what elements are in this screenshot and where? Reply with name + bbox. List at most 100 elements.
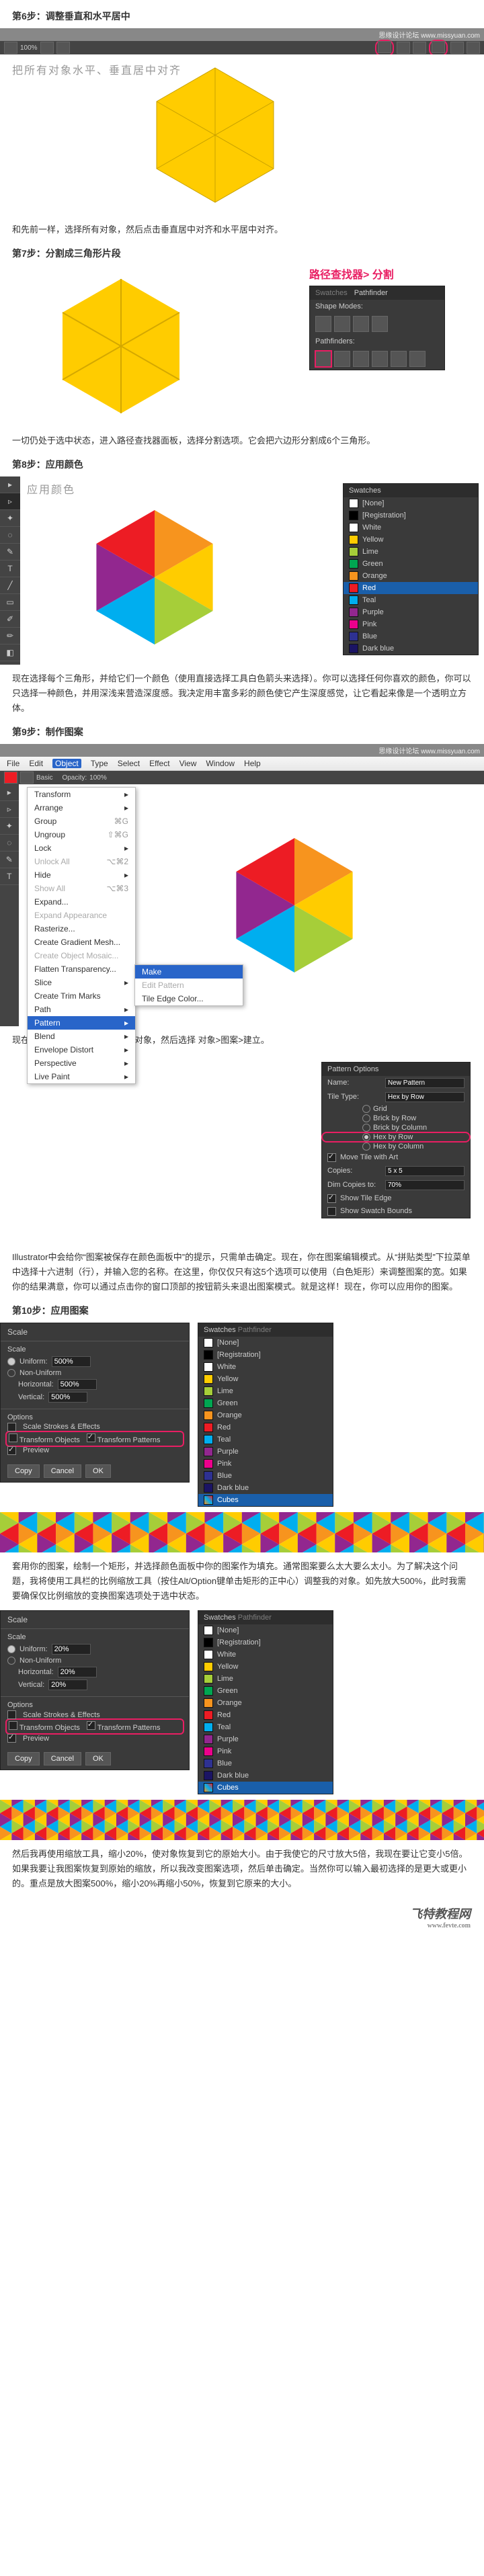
- pattern-name-input[interactable]: [385, 1078, 465, 1088]
- tile-radio[interactable]: Brick by Column: [322, 1123, 470, 1132]
- rect-tool[interactable]: ▭: [0, 594, 20, 611]
- shape-mode-btn[interactable]: [315, 316, 331, 332]
- shape-mode-btn[interactable]: [334, 316, 350, 332]
- transform-patterns-checkbox[interactable]: [87, 1721, 95, 1730]
- menu-item[interactable]: Blend▸: [28, 1030, 135, 1043]
- stroke-swatch[interactable]: [20, 772, 34, 784]
- direct-selection-tool[interactable]: ▹: [0, 493, 20, 510]
- menu-item[interactable]: Expand...: [28, 895, 135, 909]
- menu-item[interactable]: Create Object Mosaic...: [28, 949, 135, 962]
- transform-objects-checkbox[interactable]: [9, 1721, 17, 1730]
- menu-item[interactable]: Pattern▸: [28, 1016, 135, 1030]
- brush-tool[interactable]: ✐: [0, 611, 20, 628]
- swatch-row[interactable]: Dark blue: [198, 1770, 333, 1782]
- swatch-row[interactable]: Purple: [344, 606, 478, 618]
- menu-item[interactable]: Create Trim Marks: [28, 989, 135, 1003]
- swatches-tab[interactable]: Swatches: [204, 1326, 236, 1334]
- selection-tool[interactable]: ▸: [0, 476, 20, 493]
- swatch-row[interactable]: Yellow: [198, 1373, 333, 1385]
- pathfinder-btn[interactable]: [409, 351, 426, 367]
- swatch-row[interactable]: Cubes: [198, 1782, 333, 1794]
- scale-strokes-checkbox[interactable]: [7, 1423, 16, 1431]
- submenu-item[interactable]: Tile Edge Color...: [135, 992, 243, 1005]
- swatch-row[interactable]: Cubes: [198, 1494, 333, 1506]
- uniform-input[interactable]: [52, 1356, 91, 1367]
- scale-strokes-checkbox[interactable]: [7, 1710, 16, 1719]
- pen-tool[interactable]: ✎: [0, 544, 20, 560]
- selection-tool[interactable]: ▸: [0, 784, 19, 801]
- uniform-input[interactable]: [52, 1644, 91, 1655]
- swatch-row[interactable]: Red: [198, 1709, 333, 1721]
- swatch-row[interactable]: Yellow: [344, 534, 478, 546]
- swatch-row[interactable]: Orange: [344, 570, 478, 582]
- eraser-tool[interactable]: ◧: [0, 645, 20, 661]
- swatch-row[interactable]: Pink: [344, 618, 478, 630]
- menu-window[interactable]: Window: [206, 759, 235, 768]
- tile-radio[interactable]: Hex by Column: [322, 1142, 470, 1151]
- swatch-row[interactable]: Blue: [198, 1757, 333, 1770]
- tool-btn[interactable]: [40, 42, 54, 54]
- tool[interactable]: T: [0, 868, 19, 885]
- menu-file[interactable]: File: [7, 759, 19, 768]
- tile-radio[interactable]: Brick by Row: [322, 1114, 470, 1123]
- menu-item[interactable]: Rasterize...: [28, 922, 135, 936]
- preview-checkbox[interactable]: [7, 1734, 16, 1743]
- menu-item[interactable]: Group⌘G: [28, 815, 135, 828]
- horizontal-input[interactable]: [58, 1667, 97, 1677]
- swatch-row[interactable]: Red: [198, 1421, 333, 1434]
- pathfinder-tab[interactable]: Pathfinder: [238, 1614, 272, 1622]
- align-v-center-button[interactable]: [432, 41, 445, 53]
- uniform-radio[interactable]: Uniform:: [7, 1644, 182, 1655]
- menu-select[interactable]: Select: [118, 759, 140, 768]
- vertical-input[interactable]: [48, 1679, 87, 1690]
- pathfinder-btn[interactable]: [353, 351, 369, 367]
- type-tool[interactable]: T: [0, 560, 20, 577]
- tool-btn[interactable]: [56, 42, 70, 54]
- swatch-row[interactable]: Teal: [344, 594, 478, 606]
- swatch-row[interactable]: Lime: [344, 546, 478, 558]
- swatch-row[interactable]: [Registration]: [198, 1636, 333, 1649]
- menu-item[interactable]: Expand Appearance: [28, 909, 135, 922]
- fill-swatch[interactable]: [4, 772, 17, 784]
- preview-checkbox[interactable]: [7, 1446, 16, 1455]
- tool-btn[interactable]: [413, 42, 426, 54]
- submenu-item[interactable]: Make: [135, 965, 243, 979]
- swatch-row[interactable]: [None]: [344, 497, 478, 509]
- menu-effect[interactable]: Effect: [149, 759, 169, 768]
- magic-wand-tool[interactable]: ✦: [0, 510, 20, 527]
- swatch-row[interactable]: Pink: [198, 1458, 333, 1470]
- swatch-row[interactable]: Red: [344, 582, 478, 594]
- dim-input[interactable]: [385, 1180, 465, 1190]
- vertical-input[interactable]: [48, 1392, 87, 1403]
- menu-item[interactable]: Unlock All⌥⌘2: [28, 855, 135, 868]
- transform-objects-checkbox[interactable]: [9, 1434, 17, 1442]
- line-tool[interactable]: ╱: [0, 577, 20, 594]
- pathfinder-btn[interactable]: [372, 351, 388, 367]
- pathfinder-btn[interactable]: [391, 351, 407, 367]
- swatch-row[interactable]: Purple: [198, 1446, 333, 1458]
- show-tile-checkbox[interactable]: [327, 1194, 336, 1203]
- lasso-tool[interactable]: ◌: [0, 527, 20, 544]
- swatch-row[interactable]: [Registration]: [344, 509, 478, 522]
- tile-radio[interactable]: Hex by Row: [322, 1132, 470, 1142]
- swatch-row[interactable]: [None]: [198, 1337, 333, 1349]
- swatch-row[interactable]: Orange: [198, 1697, 333, 1709]
- align-h-center-button[interactable]: [378, 41, 391, 53]
- tool[interactable]: ✦: [0, 818, 19, 835]
- menu-object[interactable]: Object: [52, 759, 81, 768]
- tool-btn[interactable]: [4, 42, 17, 54]
- cancel-button[interactable]: Cancel: [44, 1752, 81, 1765]
- swatch-row[interactable]: White: [344, 522, 478, 534]
- divide-button[interactable]: [315, 351, 331, 367]
- swatches-tab[interactable]: Swatches: [344, 484, 478, 497]
- menu-item[interactable]: Envelope Distort▸: [28, 1043, 135, 1056]
- swatch-row[interactable]: Blue: [198, 1470, 333, 1482]
- pathfinder-tab[interactable]: Pathfinder: [238, 1326, 272, 1334]
- submenu-item[interactable]: Edit Pattern: [135, 979, 243, 992]
- swatches-tab[interactable]: Swatches: [204, 1614, 236, 1622]
- menu-view[interactable]: View: [179, 759, 197, 768]
- menu-type[interactable]: Type: [91, 759, 108, 768]
- menu-item[interactable]: Arrange▸: [28, 801, 135, 815]
- menu-item[interactable]: Hide▸: [28, 868, 135, 882]
- swatch-row[interactable]: Blue: [344, 630, 478, 642]
